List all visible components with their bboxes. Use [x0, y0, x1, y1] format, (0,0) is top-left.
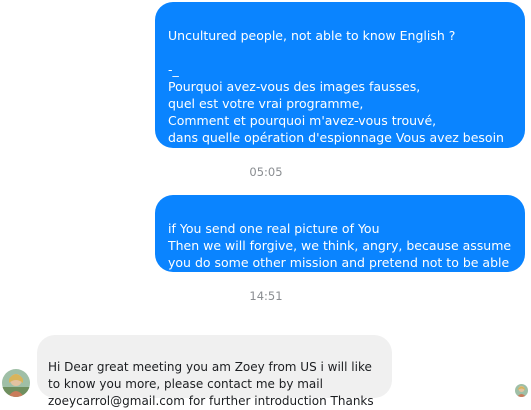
sender-avatar[interactable]	[2, 369, 30, 397]
message-timestamp: 05:05	[249, 165, 283, 179]
incoming-message-text: Hi Dear great meeting you am Zoey from U…	[48, 360, 374, 408]
outgoing-message-text: Uncultured people, not able to know Engl…	[168, 28, 504, 162]
incoming-message-bubble[interactable]: Hi Dear great meeting you am Zoey from U…	[37, 335, 392, 408]
outgoing-message-bubble[interactable]: Uncultured people, not able to know Engl…	[155, 2, 525, 162]
message-timestamp: 14:51	[249, 289, 283, 303]
seen-avatar-icon	[515, 384, 528, 397]
outgoing-message-bubble[interactable]: if You send one real picture of You Then…	[155, 195, 525, 287]
outgoing-message-text: if You send one real picture of You Then…	[168, 221, 512, 287]
avatar-photo-icon	[2, 369, 30, 397]
